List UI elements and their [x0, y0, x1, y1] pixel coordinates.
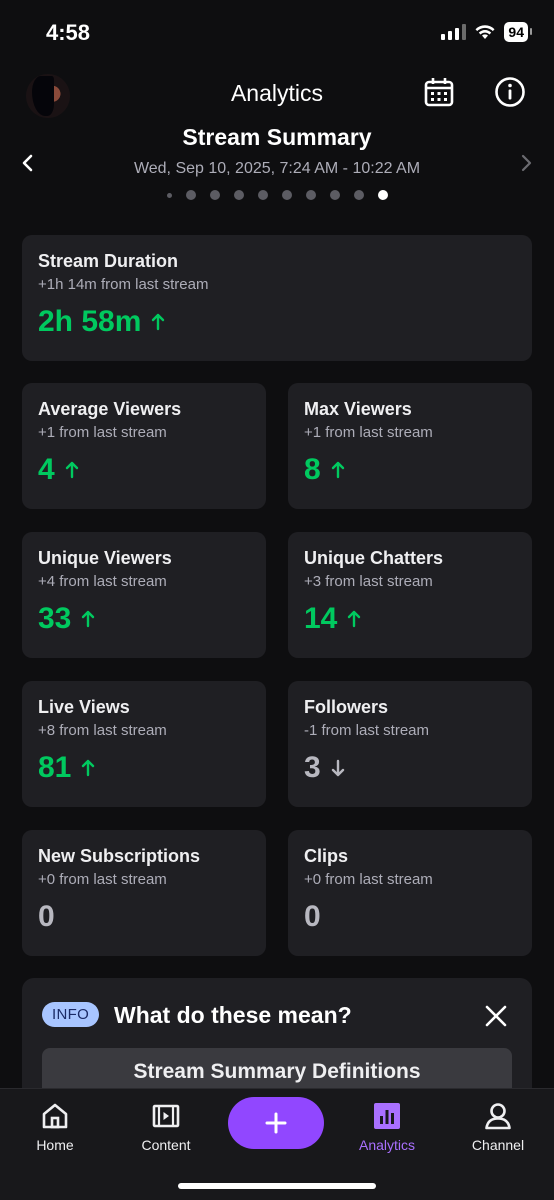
card-value: 4 [38, 453, 250, 487]
home-indicator[interactable] [178, 1183, 376, 1189]
home-icon [42, 1103, 68, 1129]
page-indicator[interactable] [0, 190, 554, 200]
card-value-text: 2h 58m [38, 305, 142, 338]
page-dot[interactable] [329, 190, 340, 200]
card-value-text: 33 [38, 602, 72, 635]
page-dot-active[interactable] [377, 190, 388, 200]
card-label: Unique Chatters [304, 548, 444, 568]
card-value-text: 8 [304, 453, 321, 486]
stream-duration-card: Stream Duration +1h 14m from last stream… [22, 235, 532, 361]
tab-home[interactable]: Home [10, 1101, 100, 1153]
card-label: Stream Duration [38, 251, 179, 271]
status-time: 4:58 [46, 20, 91, 45]
card-change: +1 from last stream [304, 424, 433, 441]
card-value: 0 [38, 900, 250, 934]
film-icon [152, 1104, 180, 1128]
tab-channel[interactable]: Channel [453, 1101, 543, 1153]
card-value-text: 81 [38, 751, 72, 784]
card-label: Followers [304, 697, 389, 717]
page-title: Analytics [230, 80, 324, 106]
new-subscriptions-card: New Subscriptions +0 from last stream 0 [22, 830, 266, 956]
card-value: 0 [304, 900, 516, 934]
next-stream-button[interactable] [516, 152, 536, 174]
card-value-text: 3 [304, 751, 321, 784]
summary-title: Stream Summary [182, 124, 372, 150]
info-icon[interactable] [494, 76, 526, 108]
info-badge: INFO [42, 1002, 100, 1027]
card-label: New Subscriptions [38, 846, 201, 866]
live-views-card: Live Views +8 from last stream 81 [22, 681, 266, 807]
card-value: 14 [304, 602, 516, 636]
page-dot[interactable] [209, 190, 220, 200]
arrow-up-icon [82, 759, 95, 777]
card-value: 81 [38, 751, 250, 785]
cellular-signal-icon [441, 24, 467, 40]
card-value-text: 4 [38, 453, 55, 486]
stream-date-range: Wed, Sep 10, 2025, 7:24 AM - 10:22 AM [133, 160, 421, 177]
card-change: +4 from last stream [38, 573, 167, 590]
arrow-down-icon [331, 759, 344, 777]
arrow-up-icon [82, 610, 95, 628]
tab-label: Content [141, 1137, 191, 1153]
clips-card: Clips +0 from last stream 0 [288, 830, 532, 956]
card-value-text: 14 [304, 602, 338, 635]
tab-label: Channel [471, 1137, 525, 1153]
card-value-text: 0 [304, 900, 321, 933]
card-label: Average Viewers [38, 399, 182, 419]
tab-label: Analytics [358, 1137, 416, 1153]
bottom-tab-bar: Home Content Analytics Channel [0, 1088, 554, 1200]
arrow-up-icon [348, 610, 361, 628]
calendar-icon[interactable] [423, 76, 455, 108]
page-dot[interactable] [185, 190, 196, 200]
unique-viewers-card: Unique Viewers +4 from last stream 33 [22, 532, 266, 658]
card-change: +1h 14m from last stream [38, 276, 209, 293]
plus-icon [265, 1112, 287, 1134]
card-label: Live Views [38, 697, 130, 717]
card-change: -1 from last stream [304, 722, 430, 739]
card-change: +0 from last stream [304, 871, 433, 888]
page-dot[interactable] [281, 190, 292, 200]
max-viewers-card: Max Viewers +1 from last stream 8 [288, 383, 532, 509]
card-value: 2h 58m [38, 305, 516, 339]
status-bar: 4:58 94 [0, 0, 554, 64]
card-change: +1 from last stream [38, 424, 167, 441]
followers-card: Followers -1 from last stream 3 [288, 681, 532, 807]
app-header: Analytics [0, 66, 554, 126]
info-title: What do these mean? [114, 1002, 352, 1028]
create-button[interactable] [228, 1097, 324, 1149]
page-dot[interactable] [305, 190, 316, 200]
battery-indicator: 94 [504, 22, 532, 42]
average-viewers-card: Average Viewers +1 from last stream 4 [22, 383, 266, 509]
wifi-icon [475, 25, 495, 39]
tab-analytics[interactable]: Analytics [342, 1101, 432, 1153]
page-dot[interactable] [166, 192, 172, 198]
card-value: 33 [38, 602, 250, 636]
arrow-up-icon [331, 461, 344, 479]
user-icon [485, 1103, 511, 1130]
tab-label: Home [36, 1137, 74, 1153]
bar-chart-icon [374, 1103, 400, 1129]
page-dot[interactable] [353, 190, 364, 200]
tab-content[interactable]: Content [121, 1101, 211, 1153]
card-change: +8 from last stream [38, 722, 167, 739]
card-label: Unique Viewers [38, 548, 172, 568]
card-value-text: 0 [38, 900, 55, 933]
status-indicators: 94 [441, 22, 532, 42]
card-value: 8 [304, 453, 516, 487]
card-label: Max Viewers [304, 399, 412, 419]
arrow-up-icon [65, 461, 78, 479]
page-dot[interactable] [257, 190, 268, 200]
card-change: +0 from last stream [38, 871, 167, 888]
card-change: +3 from last stream [304, 573, 433, 590]
close-icon[interactable] [482, 1002, 510, 1030]
card-value: 3 [304, 751, 516, 785]
arrow-up-icon [152, 313, 165, 331]
card-label: Clips [304, 846, 349, 866]
page-dot[interactable] [233, 190, 244, 200]
unique-chatters-card: Unique Chatters +3 from last stream 14 [288, 532, 532, 658]
